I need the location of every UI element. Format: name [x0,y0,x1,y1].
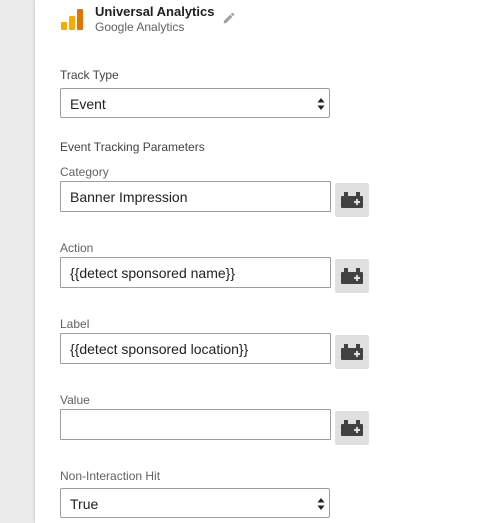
tag-header: Universal Analytics Google Analytics [35,0,487,44]
action-variable-button[interactable] [335,259,369,293]
tag-config-panel: Universal Analytics Google Analytics Tra… [35,0,487,523]
non-interaction-hit-select[interactable]: True [60,488,330,518]
tag-name: Universal Analytics [95,4,215,19]
event-tracking-parameters-heading: Event Tracking Parameters [60,140,205,154]
non-interaction-hit-value: True [70,496,99,512]
track-type-select[interactable]: Event [60,88,330,118]
label-value: {{detect sponsored location}} [70,341,249,357]
variable-brick-icon [341,344,363,360]
category-variable-button[interactable] [335,183,369,217]
category-value: Banner Impression [70,189,188,205]
variable-brick-icon [341,420,363,436]
label-field-label: Label [60,317,90,331]
label-variable-button[interactable] [335,335,369,369]
value-input[interactable] [60,409,331,440]
category-input[interactable]: Banner Impression [60,181,331,212]
select-arrows-icon [317,98,325,110]
non-interaction-hit-label: Non-Interaction Hit [60,469,161,483]
label-input[interactable]: {{detect sponsored location}} [60,333,331,364]
value-variable-button[interactable] [335,411,369,445]
variable-brick-icon [341,268,363,284]
action-label: Action [60,241,94,255]
tag-type: Google Analytics [95,20,185,34]
variable-brick-icon [341,192,363,208]
track-type-label: Track Type [60,68,119,82]
action-input[interactable]: {{detect sponsored name}} [60,257,331,288]
category-label: Category [60,165,109,179]
pencil-icon[interactable] [222,11,236,25]
value-label: Value [60,393,90,407]
track-type-value: Event [70,96,106,112]
select-arrows-icon [317,498,325,510]
google-analytics-logo-icon [61,9,83,30]
action-value: {{detect sponsored name}} [70,265,236,281]
